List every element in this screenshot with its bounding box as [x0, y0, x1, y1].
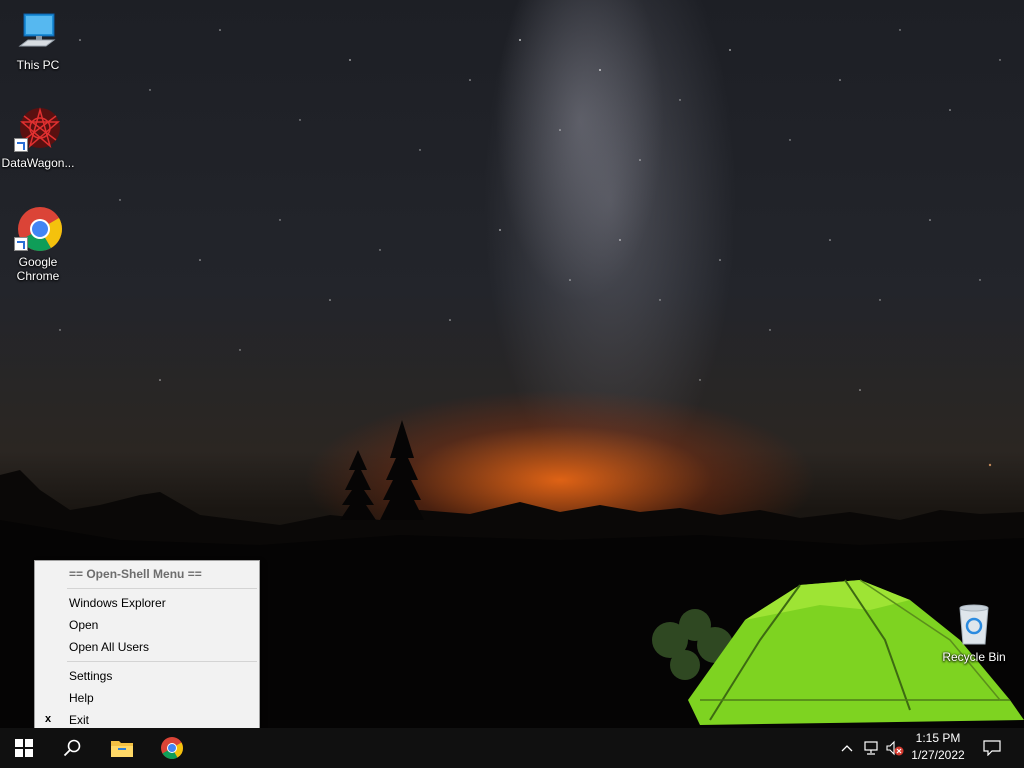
windows-logo-icon	[15, 739, 33, 757]
recycle-bin-icon	[950, 600, 998, 648]
menu-header: == Open-Shell Menu ==	[69, 567, 202, 581]
chrome-icon	[161, 737, 183, 759]
taskbar: 1:15 PM 1/27/2022	[0, 728, 1024, 768]
action-center-button[interactable]	[980, 728, 1004, 768]
clock-date: 1/27/2022	[911, 748, 965, 762]
menu-item-windows-explorer[interactable]: Windows Explorer	[69, 593, 166, 613]
search-icon	[63, 739, 81, 757]
chrome-taskbar-button[interactable]	[148, 728, 196, 768]
menu-separator	[67, 661, 257, 662]
volume-muted-icon	[886, 740, 904, 756]
shortcut-arrow-icon	[14, 138, 28, 152]
file-explorer-button[interactable]	[98, 728, 146, 768]
desktop-icon-label: Recycle Bin	[942, 650, 1006, 664]
network-icon	[864, 741, 878, 755]
shortcut-arrow-icon	[14, 237, 28, 251]
clock[interactable]: 1:15 PM 1/27/2022	[906, 730, 970, 766]
action-center-icon	[983, 740, 1001, 756]
desktop-icon-this-pc[interactable]: This PC	[0, 8, 76, 72]
desktop-icon-datawagon[interactable]: DataWagon...	[0, 106, 76, 170]
exit-mark-icon: x	[45, 713, 52, 725]
start-button[interactable]	[0, 728, 48, 768]
volume-button[interactable]	[884, 728, 906, 768]
clock-time: 1:15 PM	[915, 731, 961, 745]
datawagon-icon	[14, 106, 62, 154]
menu-item-open[interactable]: Open	[69, 615, 98, 635]
menu-item-exit[interactable]: Exit	[69, 710, 89, 730]
network-button[interactable]	[860, 728, 882, 768]
search-button[interactable]	[48, 728, 96, 768]
menu-separator	[67, 588, 257, 589]
desktop-icon-google-chrome[interactable]: Google Chrome	[0, 205, 76, 283]
show-hidden-icons-button[interactable]	[838, 728, 856, 768]
computer-icon	[14, 8, 62, 56]
menu-item-help[interactable]: Help	[69, 688, 94, 708]
desktop-icon-recycle-bin[interactable]: Recycle Bin	[936, 600, 1012, 664]
folder-icon	[111, 741, 133, 757]
desktop-icon-label: This PC	[16, 58, 60, 72]
chevron-up-icon	[841, 745, 853, 752]
desktop-icon-label: DataWagon...	[1, 156, 75, 170]
open-shell-context-menu: == Open-Shell Menu == Windows Explorer O…	[34, 560, 260, 735]
desktop-icon-label: Google Chrome	[16, 255, 60, 283]
menu-item-settings[interactable]: Settings	[69, 666, 112, 686]
chrome-icon	[14, 205, 62, 253]
menu-item-open-all-users[interactable]: Open All Users	[69, 637, 149, 657]
